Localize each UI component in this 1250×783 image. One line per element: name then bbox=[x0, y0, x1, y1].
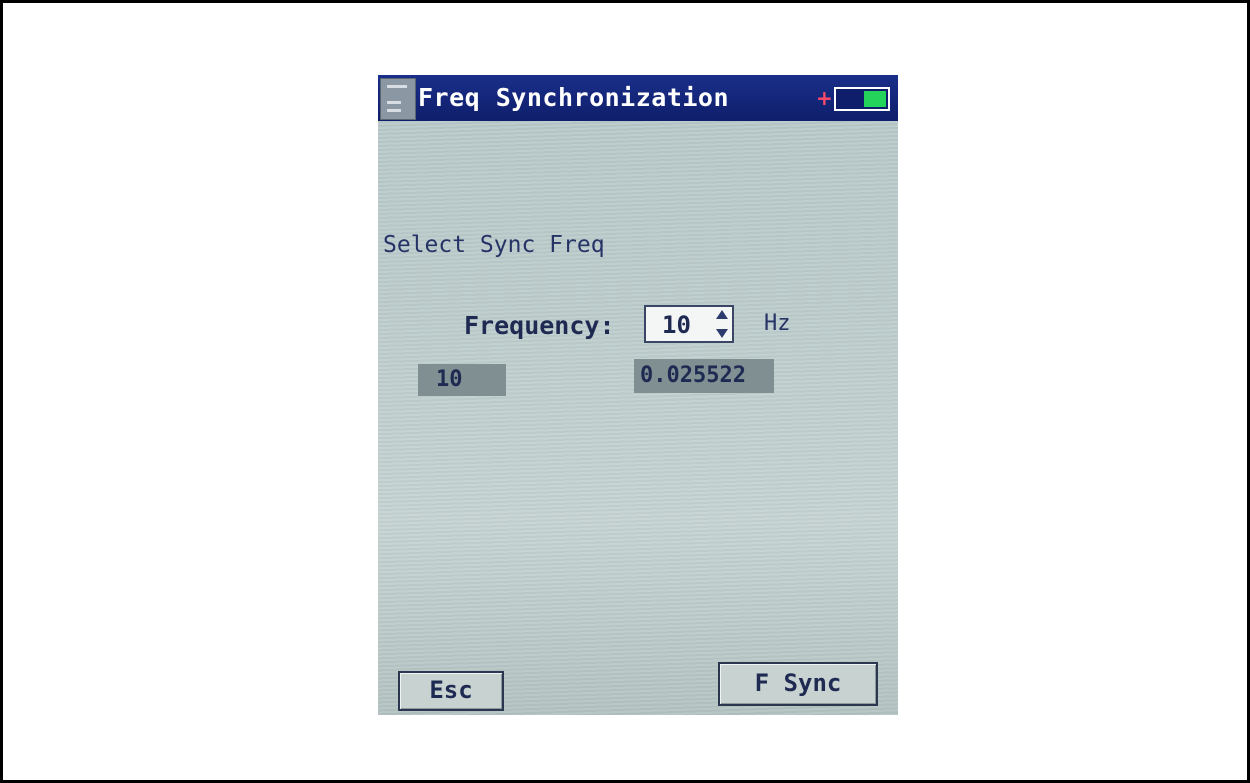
title-bar: Freq Synchronization + bbox=[378, 75, 898, 121]
frequency-readout: 10 bbox=[418, 364, 506, 396]
sync-value-readout: 0.025522 bbox=[634, 359, 774, 393]
icon-line bbox=[387, 85, 407, 88]
select-sync-freq-label: Select Sync Freq bbox=[383, 232, 605, 258]
increment-arrow-icon[interactable] bbox=[716, 310, 728, 319]
icon-line bbox=[387, 109, 401, 112]
f-sync-button[interactable]: F Sync bbox=[718, 662, 878, 706]
battery-level-fill bbox=[864, 91, 886, 107]
figure-frame: Freq Synchronization + Select Sync Freq … bbox=[0, 0, 1250, 783]
device-screen: Freq Synchronization + Select Sync Freq … bbox=[378, 75, 898, 715]
window-title: Freq Synchronization bbox=[418, 83, 730, 112]
esc-button[interactable]: Esc bbox=[398, 671, 504, 711]
frequency-unit-label: Hz bbox=[764, 311, 791, 336]
status-plus-icon: + bbox=[816, 86, 833, 110]
frequency-stepper[interactable]: 10 bbox=[644, 305, 734, 343]
stepper-buttons[interactable] bbox=[714, 309, 730, 339]
icon-line bbox=[387, 101, 401, 104]
frequency-label: Frequency: bbox=[464, 311, 615, 340]
sd-card-icon bbox=[380, 78, 416, 120]
battery-icon bbox=[834, 87, 890, 111]
frequency-value[interactable]: 10 bbox=[662, 311, 691, 339]
decrement-arrow-icon[interactable] bbox=[716, 329, 728, 338]
